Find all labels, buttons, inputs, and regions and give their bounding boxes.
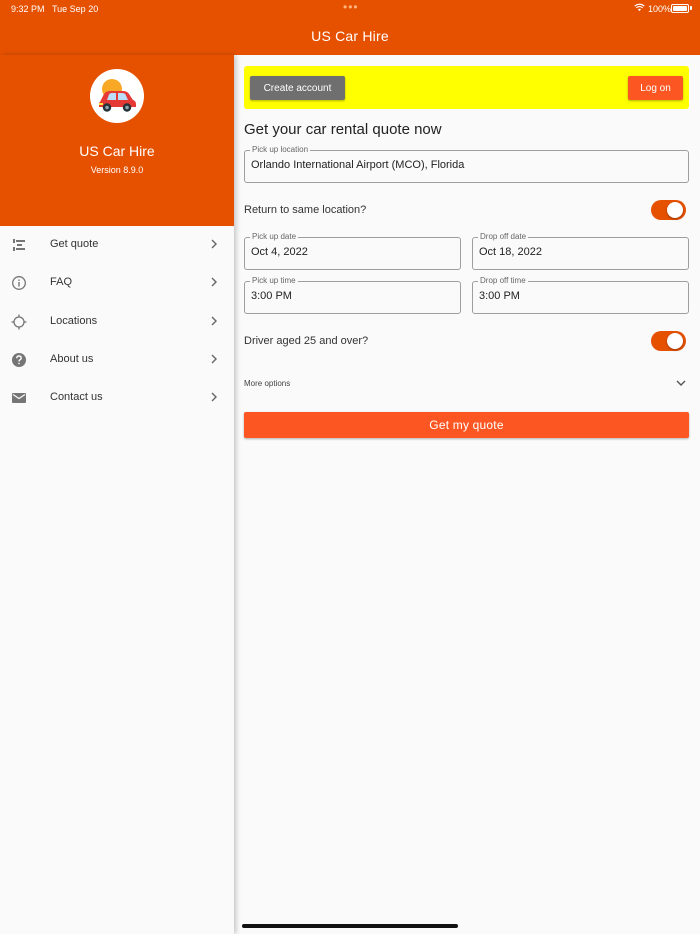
nav-label-about-us: About us [50, 352, 94, 365]
form-heading: Get your car rental quote now [244, 121, 442, 138]
app-logo [90, 69, 144, 123]
create-account-button[interactable]: Create account [250, 76, 345, 100]
pickup-time-value: 3:00 PM [251, 290, 292, 302]
get-my-quote-button[interactable]: Get my quote [244, 412, 689, 438]
battery-tip [690, 6, 692, 10]
nav-item-locations[interactable]: Locations [0, 303, 234, 341]
nav-item-get-quote[interactable]: Get quote [0, 226, 234, 264]
drawer-nav: Get quote FAQ Locations About us Contact… [0, 226, 234, 417]
nav-label-get-quote: Get quote [50, 238, 99, 250]
gps-icon [11, 314, 27, 330]
dropoff-date-value: Oct 18, 2022 [479, 246, 542, 258]
pickup-location-field[interactable]: Pick up location Orlando International A… [244, 145, 689, 183]
status-time: 9:32 PM [11, 4, 45, 14]
nav-label-locations: Locations [50, 314, 98, 327]
more-options-label: More options [244, 379, 291, 388]
dropoff-date-label: Drop off date [478, 232, 529, 242]
pickup-location-label: Pick up location [250, 145, 311, 155]
info-icon [12, 276, 26, 291]
nav-item-contact-us[interactable]: Contact us [0, 379, 234, 417]
chevron-down-icon [676, 380, 686, 386]
nav-item-about-us[interactable]: About us [0, 341, 234, 379]
chevron-right-icon [211, 316, 217, 326]
quote-form-panel: Create account Log on Get your car renta… [234, 55, 700, 934]
drawer-header: US Car Hire Version 8.9.0 [0, 55, 234, 226]
navigation-drawer: US Car Hire Version 8.9.0 Get quote FAQ [0, 55, 234, 934]
battery-icon [671, 4, 689, 13]
nav-label-faq: FAQ [50, 276, 73, 289]
return-same-location-label: Return to same location? [244, 204, 367, 216]
pickup-date-value: Oct 4, 2022 [251, 246, 308, 258]
status-bar: 9:32 PM Tue Sep 20 ••• 100% [0, 0, 700, 18]
home-indicator[interactable] [242, 924, 458, 928]
chevron-right-icon [211, 392, 217, 402]
chevron-right-icon [211, 239, 217, 249]
pickup-date-field[interactable]: Pick up date Oct 4, 2022 [244, 232, 461, 270]
more-options-expander[interactable]: More options [244, 371, 690, 395]
pickup-location-value: Orlando International Airport (MCO), Flo… [251, 159, 465, 171]
quote-icon [13, 239, 25, 251]
mail-icon [12, 393, 26, 404]
driver-age-toggle[interactable] [651, 331, 686, 351]
app-title: US Car Hire [311, 28, 389, 44]
pickup-time-field[interactable]: Pick up time 3:00 PM [244, 276, 461, 314]
dropoff-time-value: 3:00 PM [479, 290, 520, 302]
account-banner: Create account Log on [244, 66, 689, 109]
nav-item-faq[interactable]: FAQ [0, 264, 234, 302]
nav-label-contact-us: Contact us [50, 391, 103, 404]
help-icon [12, 352, 26, 367]
status-date: Tue Sep 20 [52, 4, 99, 14]
multitasking-dots-icon[interactable]: ••• [343, 0, 359, 14]
app-bar: 9:32 PM Tue Sep 20 ••• 100% US Car Hire [0, 0, 700, 55]
log-on-button[interactable]: Log on [628, 76, 683, 100]
app-version: Version 8.9.0 [90, 165, 144, 175]
drawer-app-name: US Car Hire [79, 143, 155, 159]
chevron-right-icon [211, 354, 217, 364]
return-same-location-toggle[interactable] [651, 200, 686, 220]
battery-percent: 100% [648, 4, 672, 14]
wifi-icon [634, 3, 645, 12]
dropoff-time-field[interactable]: Drop off time 3:00 PM [472, 276, 689, 314]
driver-age-label: Driver aged 25 and over? [244, 335, 369, 347]
car-icon [99, 79, 136, 112]
pickup-time-label: Pick up time [250, 276, 298, 286]
chevron-right-icon [211, 277, 217, 287]
pickup-date-label: Pick up date [250, 232, 299, 242]
dropoff-date-field[interactable]: Drop off date Oct 18, 2022 [472, 232, 689, 270]
dropoff-time-label: Drop off time [478, 276, 528, 286]
